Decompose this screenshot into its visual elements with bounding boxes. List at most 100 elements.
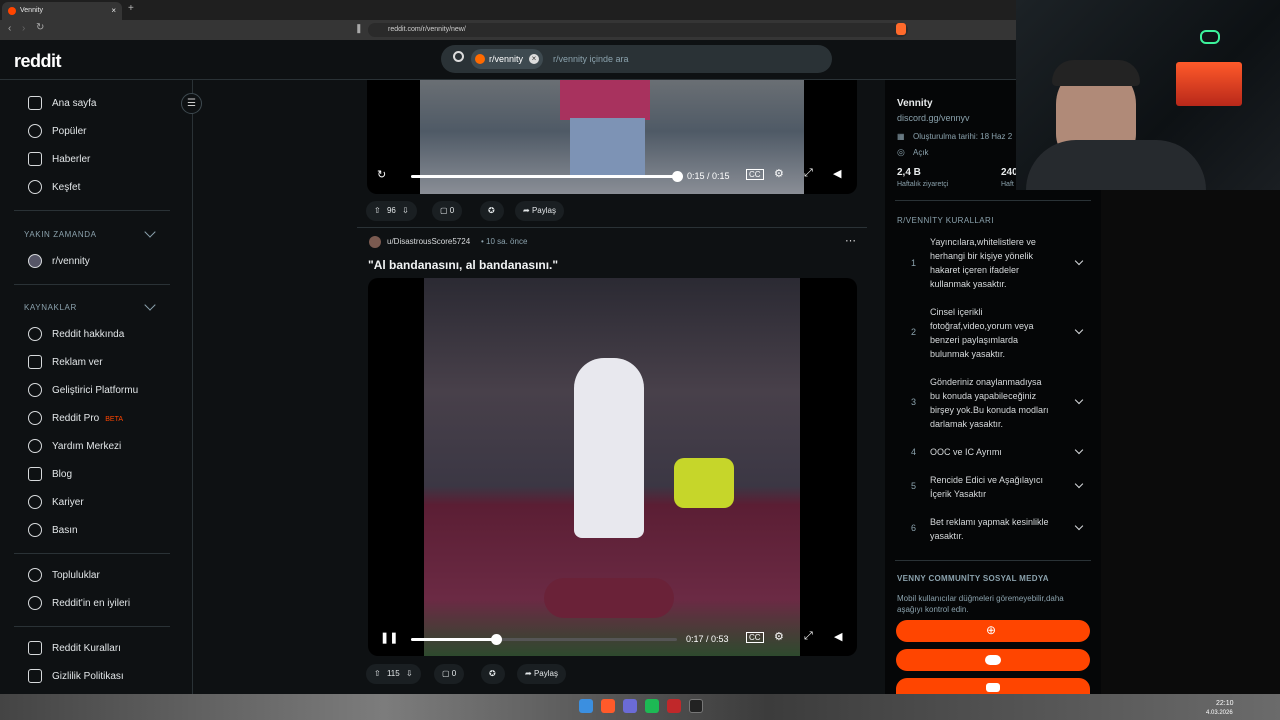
more-options-icon[interactable]: ⋯ — [845, 234, 856, 247]
sidebar-item-privacy[interactable]: Gizlilik Politikası — [24, 667, 124, 687]
search-input[interactable]: r/vennity içinde ara — [553, 54, 629, 64]
page-background — [1101, 190, 1280, 694]
home-icon — [28, 96, 42, 110]
rule-item[interactable]: 5 Rencide Edici ve Aşağılayıcı İçerik Yas… — [897, 473, 1093, 503]
chevron-down-icon[interactable] — [144, 299, 156, 311]
chevron-down-icon[interactable] — [1074, 521, 1084, 531]
sidebar-item-developer[interactable]: Geliştirici Platformu — [24, 381, 138, 401]
sidebar-item-best-of[interactable]: Reddit'in en iyileri — [24, 594, 130, 614]
rule-number: 5 — [911, 481, 917, 491]
back-icon[interactable]: ‹ — [8, 23, 11, 34]
video-progress-bar[interactable] — [411, 171, 683, 182]
settings-gear-icon[interactable]: ⚙ — [774, 167, 784, 180]
forward-icon[interactable]: › — [22, 23, 25, 34]
award-button[interactable]: ✪ — [481, 664, 505, 684]
sidebar-item-news[interactable]: Haberler — [24, 150, 90, 170]
sidebar-item-reddit-pro[interactable]: Reddit Pro BETA — [24, 409, 123, 429]
resources-section-title[interactable]: KAYNAKLAR — [24, 303, 77, 312]
sidebar-item-popular[interactable]: Popüler — [24, 122, 86, 142]
community-link[interactable]: discord.gg/vennyv — [897, 113, 970, 123]
app-icon[interactable] — [667, 699, 681, 713]
youtube-button[interactable] — [896, 678, 1090, 694]
captions-icon[interactable]: CC — [746, 632, 764, 643]
volume-icon[interactable]: ◀ — [834, 630, 842, 643]
post-video[interactable]: ❚❚ 0:17 / 0:53 CC ⚙ ⤢ ◀ — [368, 278, 857, 656]
avatar[interactable] — [369, 236, 381, 248]
sidebar-item-explore[interactable]: Keşfet — [24, 178, 80, 198]
website-button[interactable]: ⊕ — [896, 620, 1090, 642]
replay-icon[interactable]: ↻ — [377, 168, 386, 181]
brave-shield-icon[interactable] — [896, 23, 906, 35]
sidebar-item-label: Blog — [52, 469, 73, 480]
recent-section-title[interactable]: YAKIN ZAMANDA — [24, 230, 97, 239]
sidebar-item-press[interactable]: Basın — [24, 521, 78, 541]
chip-clear-icon[interactable]: × — [529, 54, 540, 64]
sidebar-item-advertise[interactable]: Reklam ver — [24, 353, 103, 373]
rule-item[interactable]: 2 Cinsel içerikli fotoğraf,video,yorum ve… — [897, 305, 1093, 361]
sidebar-item-help[interactable]: Yardım Merkezi — [24, 437, 121, 457]
discord-button[interactable] — [896, 649, 1090, 671]
sidebar-item-rules[interactable]: Reddit Kuralları — [24, 639, 121, 659]
award-icon: ✪ — [489, 669, 496, 678]
community-name: Vennity — [897, 98, 933, 109]
new-tab-button[interactable]: + — [128, 3, 134, 14]
youtube-icon — [986, 683, 1000, 692]
chevron-down-icon[interactable] — [144, 226, 156, 238]
fullscreen-icon[interactable]: ⤢ — [804, 167, 813, 180]
chevron-down-icon[interactable] — [1074, 479, 1084, 489]
obs-icon[interactable] — [689, 699, 703, 713]
pause-icon[interactable]: ❚❚ — [380, 631, 398, 644]
comments-button[interactable]: ▢ 0 — [434, 664, 465, 684]
brave-icon[interactable] — [601, 699, 615, 713]
browser-tab[interactable]: Vennity × — [2, 2, 122, 20]
fullscreen-icon[interactable]: ⤢ — [804, 630, 813, 643]
collapse-sidebar-button[interactable]: ☰ — [181, 93, 202, 114]
post-video[interactable]: ↻ 0:15 / 0:15 CC ⚙ ⤢ ◀ — [367, 80, 857, 194]
rule-item[interactable]: 3 Gönderiniz onaylanmadıysa bu konuda yap… — [897, 375, 1093, 431]
reddit-logo[interactable]: reddit — [14, 51, 62, 72]
sidebar-item-careers[interactable]: Kariyer — [24, 493, 84, 513]
help-icon — [28, 439, 42, 453]
sidebar-item-vennity[interactable]: r/vennity — [24, 252, 90, 272]
chevron-down-icon[interactable] — [1074, 445, 1084, 455]
settings-gear-icon[interactable]: ⚙ — [774, 630, 784, 643]
upvote-icon[interactable]: ⇧ — [374, 669, 381, 678]
volume-icon[interactable]: ◀ — [833, 167, 841, 180]
video-progress-bar[interactable] — [411, 634, 677, 645]
sidebar-item-communities[interactable]: Topluluklar — [24, 566, 100, 586]
rule-item[interactable]: 4 OOC ve IC Ayrımı — [897, 445, 1093, 461]
address-bar[interactable]: reddit.com/r/vennity/new/ — [368, 23, 908, 37]
bookmark-icon[interactable]: ❚ — [355, 23, 363, 34]
rule-item[interactable]: 6 Bet reklamı yapmak kesinlikle yasaktır. — [897, 515, 1093, 545]
downvote-icon[interactable]: ⇩ — [406, 669, 413, 678]
rule-item[interactable]: 1 Yayıncılara,whitelistlere ve herhangi b… — [897, 235, 1093, 291]
discord-taskbar-icon[interactable] — [623, 699, 637, 713]
post-title[interactable]: "Al bandanasını, al bandanasını." — [368, 258, 558, 272]
award-button[interactable]: ✪ — [480, 201, 504, 221]
downvote-icon[interactable]: ⇩ — [402, 206, 409, 215]
streamer-cap — [1052, 60, 1140, 86]
sidebar-item-label: Gizlilik Politikası — [52, 671, 124, 682]
comments-button[interactable]: ▢ 0 — [432, 201, 463, 221]
search-bar[interactable]: r/vennity × r/vennity içinde ara — [441, 45, 832, 73]
tab-close-icon[interactable]: × — [111, 6, 116, 15]
spotify-icon[interactable] — [645, 699, 659, 713]
reload-icon[interactable]: ↻ — [36, 22, 44, 33]
sidebar-item-about[interactable]: Reddit hakkında — [24, 325, 124, 345]
start-icon[interactable] — [579, 699, 593, 713]
captions-icon[interactable]: CC — [746, 169, 764, 180]
upvote-icon[interactable]: ⇧ — [374, 206, 381, 215]
chevron-down-icon[interactable] — [1074, 395, 1084, 405]
sidebar-item-home[interactable]: Ana sayfa — [24, 94, 96, 114]
chevron-down-icon[interactable] — [1074, 325, 1084, 335]
tab-title: Vennity — [20, 7, 43, 14]
subreddit-search-chip[interactable]: r/vennity × — [471, 49, 544, 69]
sidebar-item-blog[interactable]: Blog — [24, 465, 72, 485]
progress-handle[interactable] — [672, 171, 683, 182]
megaphone-icon — [28, 355, 42, 369]
post-author[interactable]: u/DisastrousScore5724 — [387, 237, 470, 246]
comment-count: 0 — [449, 206, 455, 215]
chevron-down-icon[interactable] — [1074, 256, 1084, 266]
share-button[interactable]: ➦ Paylaş — [517, 664, 566, 684]
share-button[interactable]: ➦ Paylaş — [515, 201, 564, 221]
